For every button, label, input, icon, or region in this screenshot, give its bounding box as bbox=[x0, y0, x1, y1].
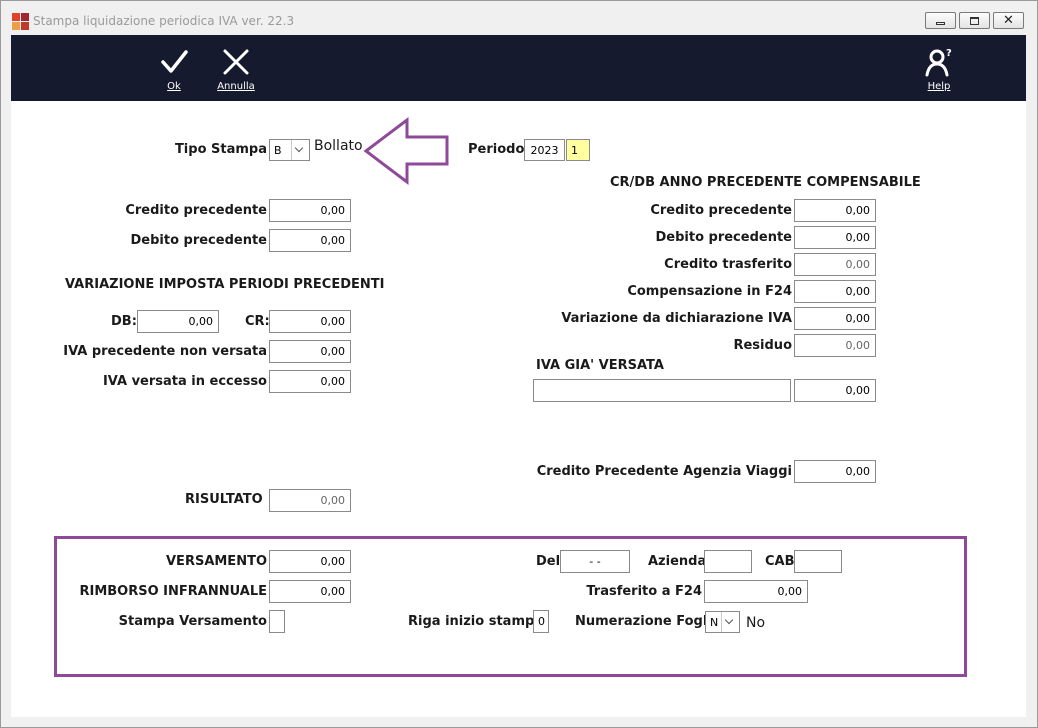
stampa-versamento-label: Stampa Versamento bbox=[118, 614, 267, 629]
chevron-down-icon bbox=[291, 140, 309, 160]
ok-button[interactable]: Ok bbox=[151, 35, 197, 101]
help-label: Help bbox=[927, 81, 951, 92]
credito-precedente-field[interactable]: 0,00 bbox=[269, 199, 351, 222]
checkmark-icon bbox=[161, 50, 188, 73]
rimborso-infrannuale-label: RIMBORSO INFRANNUALE bbox=[79, 584, 267, 599]
left-arrow-annotation-icon bbox=[363, 117, 449, 185]
help-button[interactable]: ? Help bbox=[917, 35, 961, 101]
cab-field[interactable] bbox=[794, 550, 842, 573]
right-credito-precedente-label: Credito precedente bbox=[650, 203, 792, 218]
tipo-stampa-label: Tipo Stampa bbox=[174, 142, 267, 157]
numerazione-fogli-select[interactable]: N bbox=[705, 611, 740, 633]
azienda-label: Azienda bbox=[648, 554, 707, 569]
right-credito-precedente-field[interactable]: 0,00 bbox=[794, 199, 876, 222]
riga-inizio-stampa-label: Riga inizio stampa bbox=[408, 614, 544, 629]
db-label: DB: bbox=[111, 314, 137, 329]
app-icon bbox=[12, 13, 29, 30]
right-debito-precedente-field[interactable]: 0,00 bbox=[794, 226, 876, 249]
window-title: Stampa liquidazione periodica IVA ver. 2… bbox=[33, 14, 295, 28]
variazione-dichiarazione-field[interactable]: 0,00 bbox=[794, 307, 876, 330]
cab-label: CAB bbox=[765, 554, 795, 569]
stampa-versamento-field[interactable] bbox=[269, 610, 285, 633]
cr-db-anno-precedente-title: CR/DB ANNO PRECEDENTE COMPENSABILE bbox=[610, 175, 921, 190]
close-icon: ✕ bbox=[1003, 13, 1014, 28]
right-debito-precedente-label: Debito precedente bbox=[655, 230, 792, 245]
tipo-stampa-desc: Bollato bbox=[314, 138, 363, 154]
cr-field[interactable]: 0,00 bbox=[269, 310, 351, 333]
toolbar: Ok Annulla ? Help bbox=[11, 35, 1026, 101]
versamento-label: VERSAMENTO bbox=[166, 554, 267, 569]
numerazione-fogli-label: Numerazione Fogli bbox=[575, 614, 712, 629]
help-person-icon: ? bbox=[925, 48, 952, 77]
variazione-dichiarazione-label: Variazione da dichiarazione IVA bbox=[561, 311, 792, 326]
compensazione-f24-field[interactable]: 0,00 bbox=[794, 280, 876, 303]
risultato-label: RISULTATO bbox=[185, 492, 263, 507]
tipo-stampa-value: B bbox=[274, 144, 282, 157]
ok-label: Ok bbox=[167, 81, 181, 92]
compensazione-f24-label: Compensazione in F24 bbox=[627, 284, 792, 299]
azienda-field[interactable] bbox=[704, 550, 752, 573]
agenzia-viaggi-field[interactable]: 0,00 bbox=[794, 460, 876, 483]
del-date-field[interactable]: - - bbox=[560, 550, 630, 573]
variazione-imposta-title: VARIAZIONE IMPOSTA PERIODI PRECEDENTI bbox=[65, 277, 385, 292]
credito-trasferito-field: 0,00 bbox=[794, 253, 876, 276]
rimborso-infrannuale-field[interactable]: 0,00 bbox=[269, 580, 351, 603]
iva-gia-versata-title: IVA GIA' VERSATA bbox=[536, 358, 664, 373]
riga-inizio-stampa-field[interactable]: 0 bbox=[533, 610, 549, 633]
periodo-year-field[interactable]: 2023 bbox=[524, 139, 565, 161]
credito-precedente-label: Credito precedente bbox=[125, 203, 267, 218]
trasferito-f24-field[interactable]: 0,00 bbox=[704, 580, 808, 603]
form-area: Tipo Stampa B Bollato Periodo 2023 1 Cre… bbox=[11, 101, 1026, 717]
debito-precedente-label: Debito precedente bbox=[130, 233, 267, 248]
cr-label: CR: bbox=[245, 314, 270, 329]
iva-eccesso-field[interactable]: 0,00 bbox=[269, 370, 351, 393]
minimize-button[interactable] bbox=[925, 12, 956, 29]
tipo-stampa-select[interactable]: B bbox=[269, 139, 310, 161]
title-bar: Stampa liquidazione periodica IVA ver. 2… bbox=[1, 1, 1037, 34]
residuo-label: Residuo bbox=[733, 338, 792, 353]
periodo-label: Periodo bbox=[468, 142, 525, 157]
credito-trasferito-label: Credito trasferito bbox=[664, 257, 792, 272]
close-x-icon bbox=[223, 49, 249, 75]
debito-precedente-field[interactable]: 0,00 bbox=[269, 229, 351, 252]
iva-gia-versata-amount-field[interactable]: 0,00 bbox=[794, 379, 876, 402]
maximize-button[interactable] bbox=[959, 12, 990, 29]
annulla-label: Annulla bbox=[217, 81, 255, 92]
main-window: Stampa liquidazione periodica IVA ver. 2… bbox=[0, 0, 1038, 728]
db-field[interactable]: 0,00 bbox=[137, 310, 219, 333]
iva-eccesso-label: IVA versata in eccesso bbox=[102, 374, 267, 389]
svg-text:?: ? bbox=[946, 48, 952, 59]
numerazione-fogli-value: N bbox=[710, 616, 719, 629]
del-label: Del bbox=[536, 554, 561, 569]
residuo-field: 0,00 bbox=[794, 334, 876, 357]
iva-gia-versata-text-field[interactable] bbox=[533, 379, 791, 402]
chevron-down-icon bbox=[721, 612, 739, 632]
versamento-field[interactable]: 0,00 bbox=[269, 550, 351, 573]
periodo-number-field[interactable]: 1 bbox=[566, 139, 590, 161]
risultato-field: 0,00 bbox=[269, 489, 351, 512]
agenzia-viaggi-label: Credito Precedente Agenzia Viaggi bbox=[536, 464, 792, 479]
trasferito-f24-label: Trasferito a F24 bbox=[586, 584, 702, 599]
iva-non-versata-field[interactable]: 0,00 bbox=[269, 340, 351, 363]
close-button[interactable]: ✕ bbox=[993, 12, 1024, 29]
annulla-button[interactable]: Annulla bbox=[212, 35, 260, 101]
numerazione-fogli-desc: No bbox=[746, 615, 766, 631]
iva-non-versata-label: IVA precedente non versata bbox=[63, 344, 267, 359]
